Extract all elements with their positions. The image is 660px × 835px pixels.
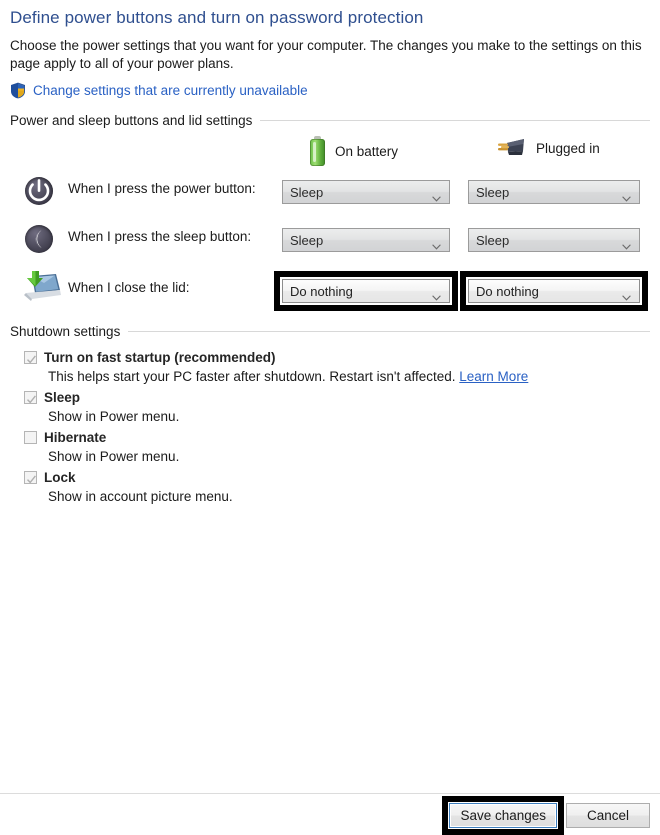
highlight-box-lid-on-battery — [274, 271, 458, 311]
column-header-plugged-in: Plugged in — [496, 136, 600, 160]
dropdown-sleep-button-plugged-in[interactable]: Sleep — [468, 228, 640, 252]
save-changes-button[interactable]: Save changes — [449, 803, 557, 828]
column-label-on-battery: On battery — [335, 143, 399, 159]
checkmark-icon — [26, 392, 37, 404]
section-divider — [128, 331, 650, 332]
column-label-plugged-in: Plugged in — [536, 140, 600, 156]
change-unavailable-settings-row[interactable]: Change settings that are currently unava… — [10, 82, 650, 99]
dropdown-value: Sleep — [476, 184, 510, 200]
chevron-down-icon — [622, 237, 631, 250]
column-header-on-battery: On battery — [310, 136, 398, 166]
checkbox-lock[interactable] — [24, 471, 37, 484]
footer-divider — [0, 793, 660, 794]
power-plug-icon — [496, 136, 526, 160]
chevron-down-icon — [432, 189, 441, 202]
checkbox-description-sleep: Show in Power menu. — [48, 409, 180, 424]
dropdown-power-button-on-battery[interactable]: Sleep — [282, 180, 450, 204]
chevron-down-icon — [622, 189, 631, 202]
change-unavailable-settings-link[interactable]: Change settings that are currently unava… — [33, 83, 308, 98]
checkbox-item-fast-startup[interactable]: Turn on fast startup (recommended) This … — [10, 349, 650, 386]
learn-more-link[interactable]: Learn More — [459, 369, 528, 384]
row-label-power-button: When I press the power button: — [68, 181, 256, 196]
dropdown-value: Sleep — [290, 184, 324, 200]
checkbox-description-lock: Show in account picture menu. — [48, 489, 233, 504]
shutdown-section-label: Shutdown settings — [10, 324, 121, 339]
sleep-button-icon — [20, 220, 60, 260]
laptop-lid-icon — [20, 270, 61, 310]
checkbox-label-lock: Lock — [44, 470, 76, 485]
row-power-button: When I press the power button: Sleep Sle… — [10, 168, 650, 216]
shutdown-section-header: Shutdown settings — [10, 324, 650, 339]
dropdown-value: Sleep — [290, 232, 324, 248]
checkbox-description-hibernate: Show in Power menu. — [48, 449, 180, 464]
uac-shield-icon — [10, 82, 26, 99]
shutdown-options-list: Turn on fast startup (recommended) This … — [10, 349, 650, 506]
dropdown-value: Sleep — [476, 232, 510, 248]
footer-buttons: Save changes Cancel — [442, 796, 650, 835]
checkbox-description-fast-startup: This helps start your PC faster after sh… — [44, 367, 650, 386]
checkbox-hibernate[interactable] — [24, 431, 37, 444]
row-sleep-button: When I press the sleep button: Sleep Sle… — [10, 216, 650, 264]
checkbox-label-fast-startup: Turn on fast startup (recommended) — [44, 350, 276, 365]
checkbox-item-lock[interactable]: Lock Show in account picture menu. — [10, 469, 650, 506]
checkbox-fast-startup[interactable] — [24, 351, 37, 364]
power-button-icon — [20, 172, 60, 212]
checkbox-label-hibernate: Hibernate — [44, 430, 107, 445]
checkbox-item-hibernate[interactable]: Hibernate Show in Power menu. — [10, 429, 650, 466]
description-text: This helps start your PC faster after sh… — [48, 369, 456, 384]
column-headers: On battery Plugged in — [10, 128, 650, 168]
power-section-label: Power and sleep buttons and lid settings — [10, 113, 253, 128]
battery-icon — [310, 136, 325, 166]
chevron-down-icon — [432, 237, 441, 250]
page-title: Define power buttons and turn on passwor… — [10, 8, 424, 27]
checkbox-item-sleep[interactable]: Sleep Show in Power menu. — [10, 389, 650, 426]
row-label-sleep-button: When I press the sleep button: — [68, 229, 252, 244]
highlight-box-lid-plugged-in — [460, 271, 648, 311]
power-section-header: Power and sleep buttons and lid settings — [10, 113, 650, 128]
checkmark-icon — [26, 472, 37, 484]
cancel-button[interactable]: Cancel — [566, 803, 650, 828]
dropdown-power-button-plugged-in[interactable]: Sleep — [468, 180, 640, 204]
row-close-lid: When I close the lid: Do nothing Do noth… — [10, 264, 650, 318]
dropdown-sleep-button-on-battery[interactable]: Sleep — [282, 228, 450, 252]
section-divider — [260, 120, 650, 121]
checkbox-label-sleep: Sleep — [44, 390, 81, 405]
save-button-wrapper: Save changes — [442, 796, 564, 835]
intro-text: Choose the power settings that you want … — [10, 38, 642, 71]
row-label-close-lid: When I close the lid: — [68, 280, 190, 295]
checkbox-sleep[interactable] — [24, 391, 37, 404]
checkmark-icon — [26, 352, 37, 364]
power-options-page: Define power buttons and turn on passwor… — [0, 7, 660, 835]
